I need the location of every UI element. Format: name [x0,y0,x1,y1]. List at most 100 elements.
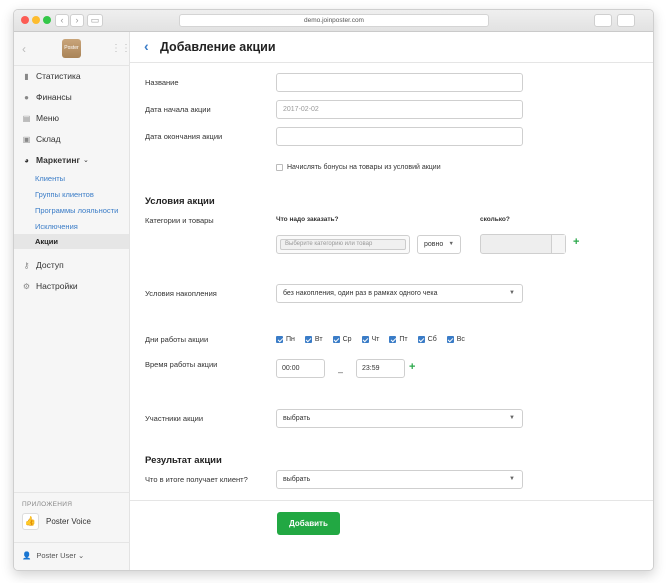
sidebar-item-statistics[interactable]: ▮ Статистика [22,70,80,82]
sidebar: ‹ Poster ⋮⋮ ▮ Статистика ● Финансы ▤ Мен… [14,32,131,570]
day-label: Пт [399,336,408,343]
back-arrow-icon[interactable]: ‹ [144,38,149,54]
address-bar[interactable]: demo.joinposter.com [179,14,489,27]
minimize-window-button[interactable] [32,16,40,24]
participants-value: выбрать [283,415,311,422]
time-range-dash: – [338,367,344,377]
time-from-input[interactable]: 00:00 [276,359,325,378]
quantity-input[interactable] [480,234,566,254]
close-window-button[interactable] [21,16,29,24]
time-to-input[interactable]: 23:59 [356,359,405,378]
user-icon: 👤 [22,551,32,560]
end-date-label: Дата окончания акции [145,132,223,141]
tabs-button[interactable] [617,14,635,27]
checkbox-checked[interactable] [332,336,340,343]
main-content: ‹ Добавление акции Название Дата начала … [130,32,653,570]
conditions-section-title: Условия акции [145,196,215,207]
accumulation-select[interactable]: без накопления, один раз в рамках одного… [276,284,523,303]
sidebar-item-settings[interactable]: ⚙ Настройки [22,280,78,292]
start-date-input[interactable]: 2017-02-02 [276,100,523,119]
quantity-unit[interactable] [551,235,565,253]
name-label: Название [145,78,179,87]
sidebar-item-label: Склад [36,134,61,144]
sidebar-item-label: Финансы [36,92,72,102]
category-select[interactable]: Выберите категорию или товар [276,235,410,254]
equality-select[interactable]: ровно ▼ [417,235,461,254]
day-label: Чт [371,336,380,343]
how-many-header: сколько? [480,216,510,223]
checkbox-checked[interactable] [276,336,283,343]
sidebar-item-label: Доступ [36,260,64,270]
maximize-window-button[interactable] [43,16,51,24]
checkbox-checked[interactable] [304,336,312,343]
day-checkbox-fri[interactable]: Пт [389,336,408,343]
day-label: Сб [427,336,437,343]
checkbox-checked[interactable] [361,336,369,343]
browser-forward-button[interactable]: › [70,14,84,27]
caret-down-icon: ▼ [509,476,515,482]
user-name: Poster User ⌄ [36,551,85,560]
coin-icon: ● [24,92,29,102]
caret-down-icon: ▼ [509,290,515,296]
bonus-checkbox[interactable] [276,164,283,171]
sidebar-item-finance[interactable]: ● Финансы [22,91,72,103]
category-select-input[interactable]: Выберите категорию или товар [280,239,406,250]
sidebar-item-marketing[interactable]: ◕ Маркетинг ⌄ [22,154,89,166]
app-poster-voice[interactable]: 👍 Poster Voice [22,513,91,530]
client-gets-label: Что в итоге получает клиент? [145,475,248,484]
day-label: Ср [342,336,352,343]
caret-down-icon: ▼ [448,241,454,247]
submenu-clients[interactable]: Клиенты [35,174,65,183]
sidebar-divider [14,65,130,66]
share-button[interactable] [594,14,612,27]
collapse-sidebar-icon[interactable]: ‹ [22,42,26,56]
add-button[interactable]: Добавить [277,512,340,535]
day-checkbox-sat[interactable]: Сб [417,336,437,343]
day-checkbox-wed[interactable]: Ср [332,336,352,343]
start-date-label: Дата начала акции [145,105,211,114]
app-name: Poster Voice [46,517,91,526]
add-condition-plus-icon[interactable]: + [573,236,579,248]
day-checkbox-thu[interactable]: Чт [361,336,380,343]
poster-logo[interactable]: Poster [62,39,81,58]
accumulation-label: Условия накопления [145,289,217,298]
box-icon: ▣ [22,134,31,144]
form-footer-divider [130,500,653,501]
day-label: Вс [456,336,465,343]
browser-back-button[interactable]: ‹ [55,14,69,27]
checkbox-checked[interactable] [417,336,425,343]
sidebar-item-access[interactable]: ⚷ Доступ [22,259,64,271]
user-menu[interactable]: 👤 Poster User ⌄ [22,551,84,560]
sidebar-item-label: Меню [36,113,59,123]
apps-grid-icon[interactable]: ⋮⋮ [111,44,131,54]
submenu-exclusions[interactable]: Исключения [35,222,78,231]
page-title: Добавление акции [160,40,276,54]
days-checkboxes: Пн Вт Ср Чт Пт Сб Вс [276,336,475,343]
sidebar-item-menu[interactable]: ▤ Меню [22,112,59,124]
sidebar-divider [14,542,130,543]
sidebar-toggle-icon[interactable]: ▭ [87,14,103,27]
end-date-input[interactable] [276,127,523,146]
result-section-title: Результат акции [145,455,222,466]
client-gets-select[interactable]: выбрать ▼ [276,470,523,489]
name-input[interactable] [276,73,523,92]
sidebar-item-label: Настройки [36,281,78,291]
checkbox-checked[interactable] [389,336,397,343]
browser-titlebar: ‹ › ▭ demo.joinposter.com [14,10,653,32]
submenu-loyalty-programs[interactable]: Программы лояльности [35,206,118,215]
day-checkbox-mon[interactable]: Пн [276,336,295,343]
checkbox-checked[interactable] [446,336,454,343]
document-icon: ▤ [22,113,31,123]
sidebar-divider [14,492,130,493]
submenu-promotions[interactable]: Акции [14,234,129,249]
add-time-plus-icon[interactable]: + [409,361,415,373]
sidebar-item-label: Маркетинг [36,155,81,165]
participants-select[interactable]: выбрать ▼ [276,409,523,428]
bonus-checkbox-row[interactable]: Начислять бонусы на товары из условий ак… [276,164,441,171]
day-checkbox-tue[interactable]: Вт [304,336,323,343]
sidebar-item-warehouse[interactable]: ▣ Склад [22,133,61,145]
browser-window: ‹ › ▭ demo.joinposter.com ‹ Poster ⋮⋮ ▮ … [13,9,654,571]
submenu-client-groups[interactable]: Группы клиентов [35,190,94,199]
day-checkbox-sun[interactable]: Вс [446,336,465,343]
thumbs-up-icon: 👍 [22,513,39,530]
